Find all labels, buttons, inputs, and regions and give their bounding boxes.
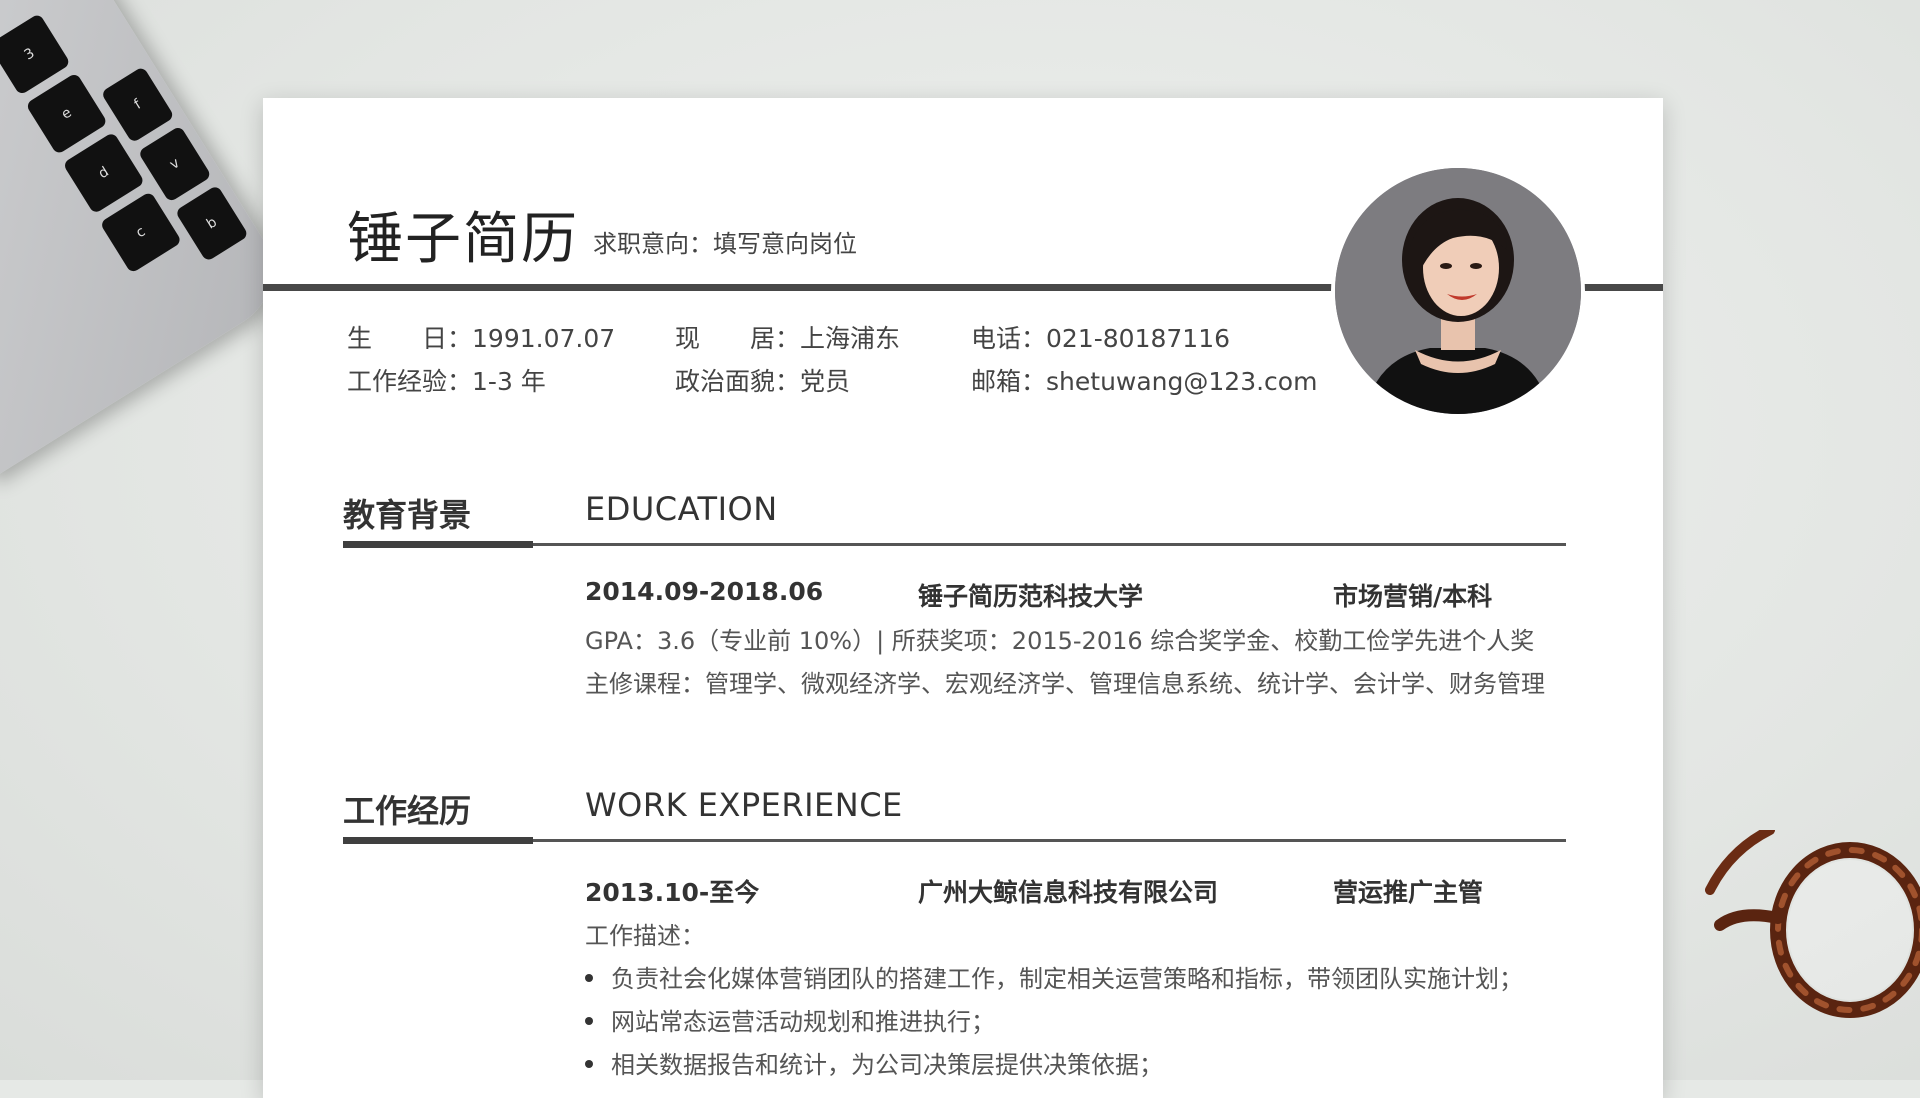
info-experience: 工作经验：1-3 年 (347, 362, 546, 398)
bullet-dot-icon (585, 1017, 593, 1025)
education-divider-accent (343, 541, 533, 548)
education-title-cn: 教育背景 (343, 496, 472, 534)
residence-value: 上海浦东 (800, 324, 901, 353)
profile-photo (1331, 164, 1585, 418)
eyeglasses-decoration (1705, 830, 1920, 1018)
info-email: 邮箱：shetuwang@123.com (971, 362, 1317, 398)
work-bullet: 负责社会化媒体营销团队的搭建工作，制定相关运营策略和指标，带领团队实施计划； (585, 959, 1523, 994)
email-label: 邮箱： (971, 367, 1047, 396)
education-period: 2014.09-2018.06 (585, 577, 824, 606)
work-bullet-text: 负责社会化媒体营销团队的搭建工作，制定相关运营策略和指标，带领团队实施计划； (611, 965, 1523, 993)
experience-label: 工作经验： (347, 367, 473, 396)
work-bullet-text: 网站常态运营活动规划和推进执行； (611, 1008, 995, 1036)
work-company: 广州大鲸信息科技有限公司 (918, 878, 1219, 907)
work-title-cn: 工作经历 (343, 792, 472, 830)
bullet-dot-icon (585, 1060, 593, 1068)
resume-paper: 锤子简历 求职意向：填写意向岗位 生 日：1991.07.07 现 居：上海浦东… (263, 98, 1663, 1098)
email-value: shetuwang@123.com (1046, 367, 1318, 396)
work-title-en: WORK EXPERIENCE (585, 786, 903, 824)
phone-label: 电话： (971, 324, 1047, 353)
birthday-value: 1991.07.07 (472, 324, 616, 353)
work-position: 营运推广主管 (1333, 878, 1484, 907)
work-desc-label: 工作描述： (585, 922, 705, 950)
info-residence: 现 居：上海浦东 (675, 319, 900, 355)
education-gpa: GPA：3.6（专业前 10%）| 所获奖项：2015-2016 综合奖学金、校… (585, 627, 1535, 655)
work-divider-accent (343, 837, 533, 844)
education-title-en: EDUCATION (585, 490, 778, 528)
work-bullet: 相关数据报告和统计，为公司决策层提供决策依据； (585, 1045, 1163, 1080)
birthday-label: 生 日： (347, 324, 473, 353)
profile-photo-icon (1335, 168, 1581, 414)
experience-value: 1-3 年 (472, 367, 546, 396)
info-phone: 电话：021-80187116 (971, 319, 1230, 355)
laptop-key: c (99, 191, 183, 274)
info-politics: 政治面貌：党员 (675, 362, 850, 398)
education-school: 锤子简历范科技大学 (918, 582, 1144, 611)
work-period: 2013.10-至今 (585, 878, 760, 907)
work-bullet: 网站常态运营活动规划和推进执行； (585, 1002, 995, 1037)
work-bullet-text: 相关数据报告和统计，为公司决策层提供决策依据； (611, 1051, 1163, 1079)
education-major: 市场营销/本科 (1333, 582, 1493, 611)
politics-value: 党员 (800, 367, 851, 396)
phone-value: 021-80187116 (1046, 324, 1230, 353)
politics-label: 政治面貌： (675, 367, 801, 396)
bullet-dot-icon (585, 974, 593, 982)
resume-name: 锤子简历 (347, 207, 579, 272)
residence-label: 现 居： (675, 324, 801, 353)
info-birthday: 生 日：1991.07.07 (347, 319, 615, 355)
job-intent: 求职意向：填写意向岗位 (593, 230, 857, 258)
education-courses: 主修课程：管理学、微观经济学、宏观经济学、管理信息系统、统计学、会计学、财务管理 (585, 670, 1545, 698)
